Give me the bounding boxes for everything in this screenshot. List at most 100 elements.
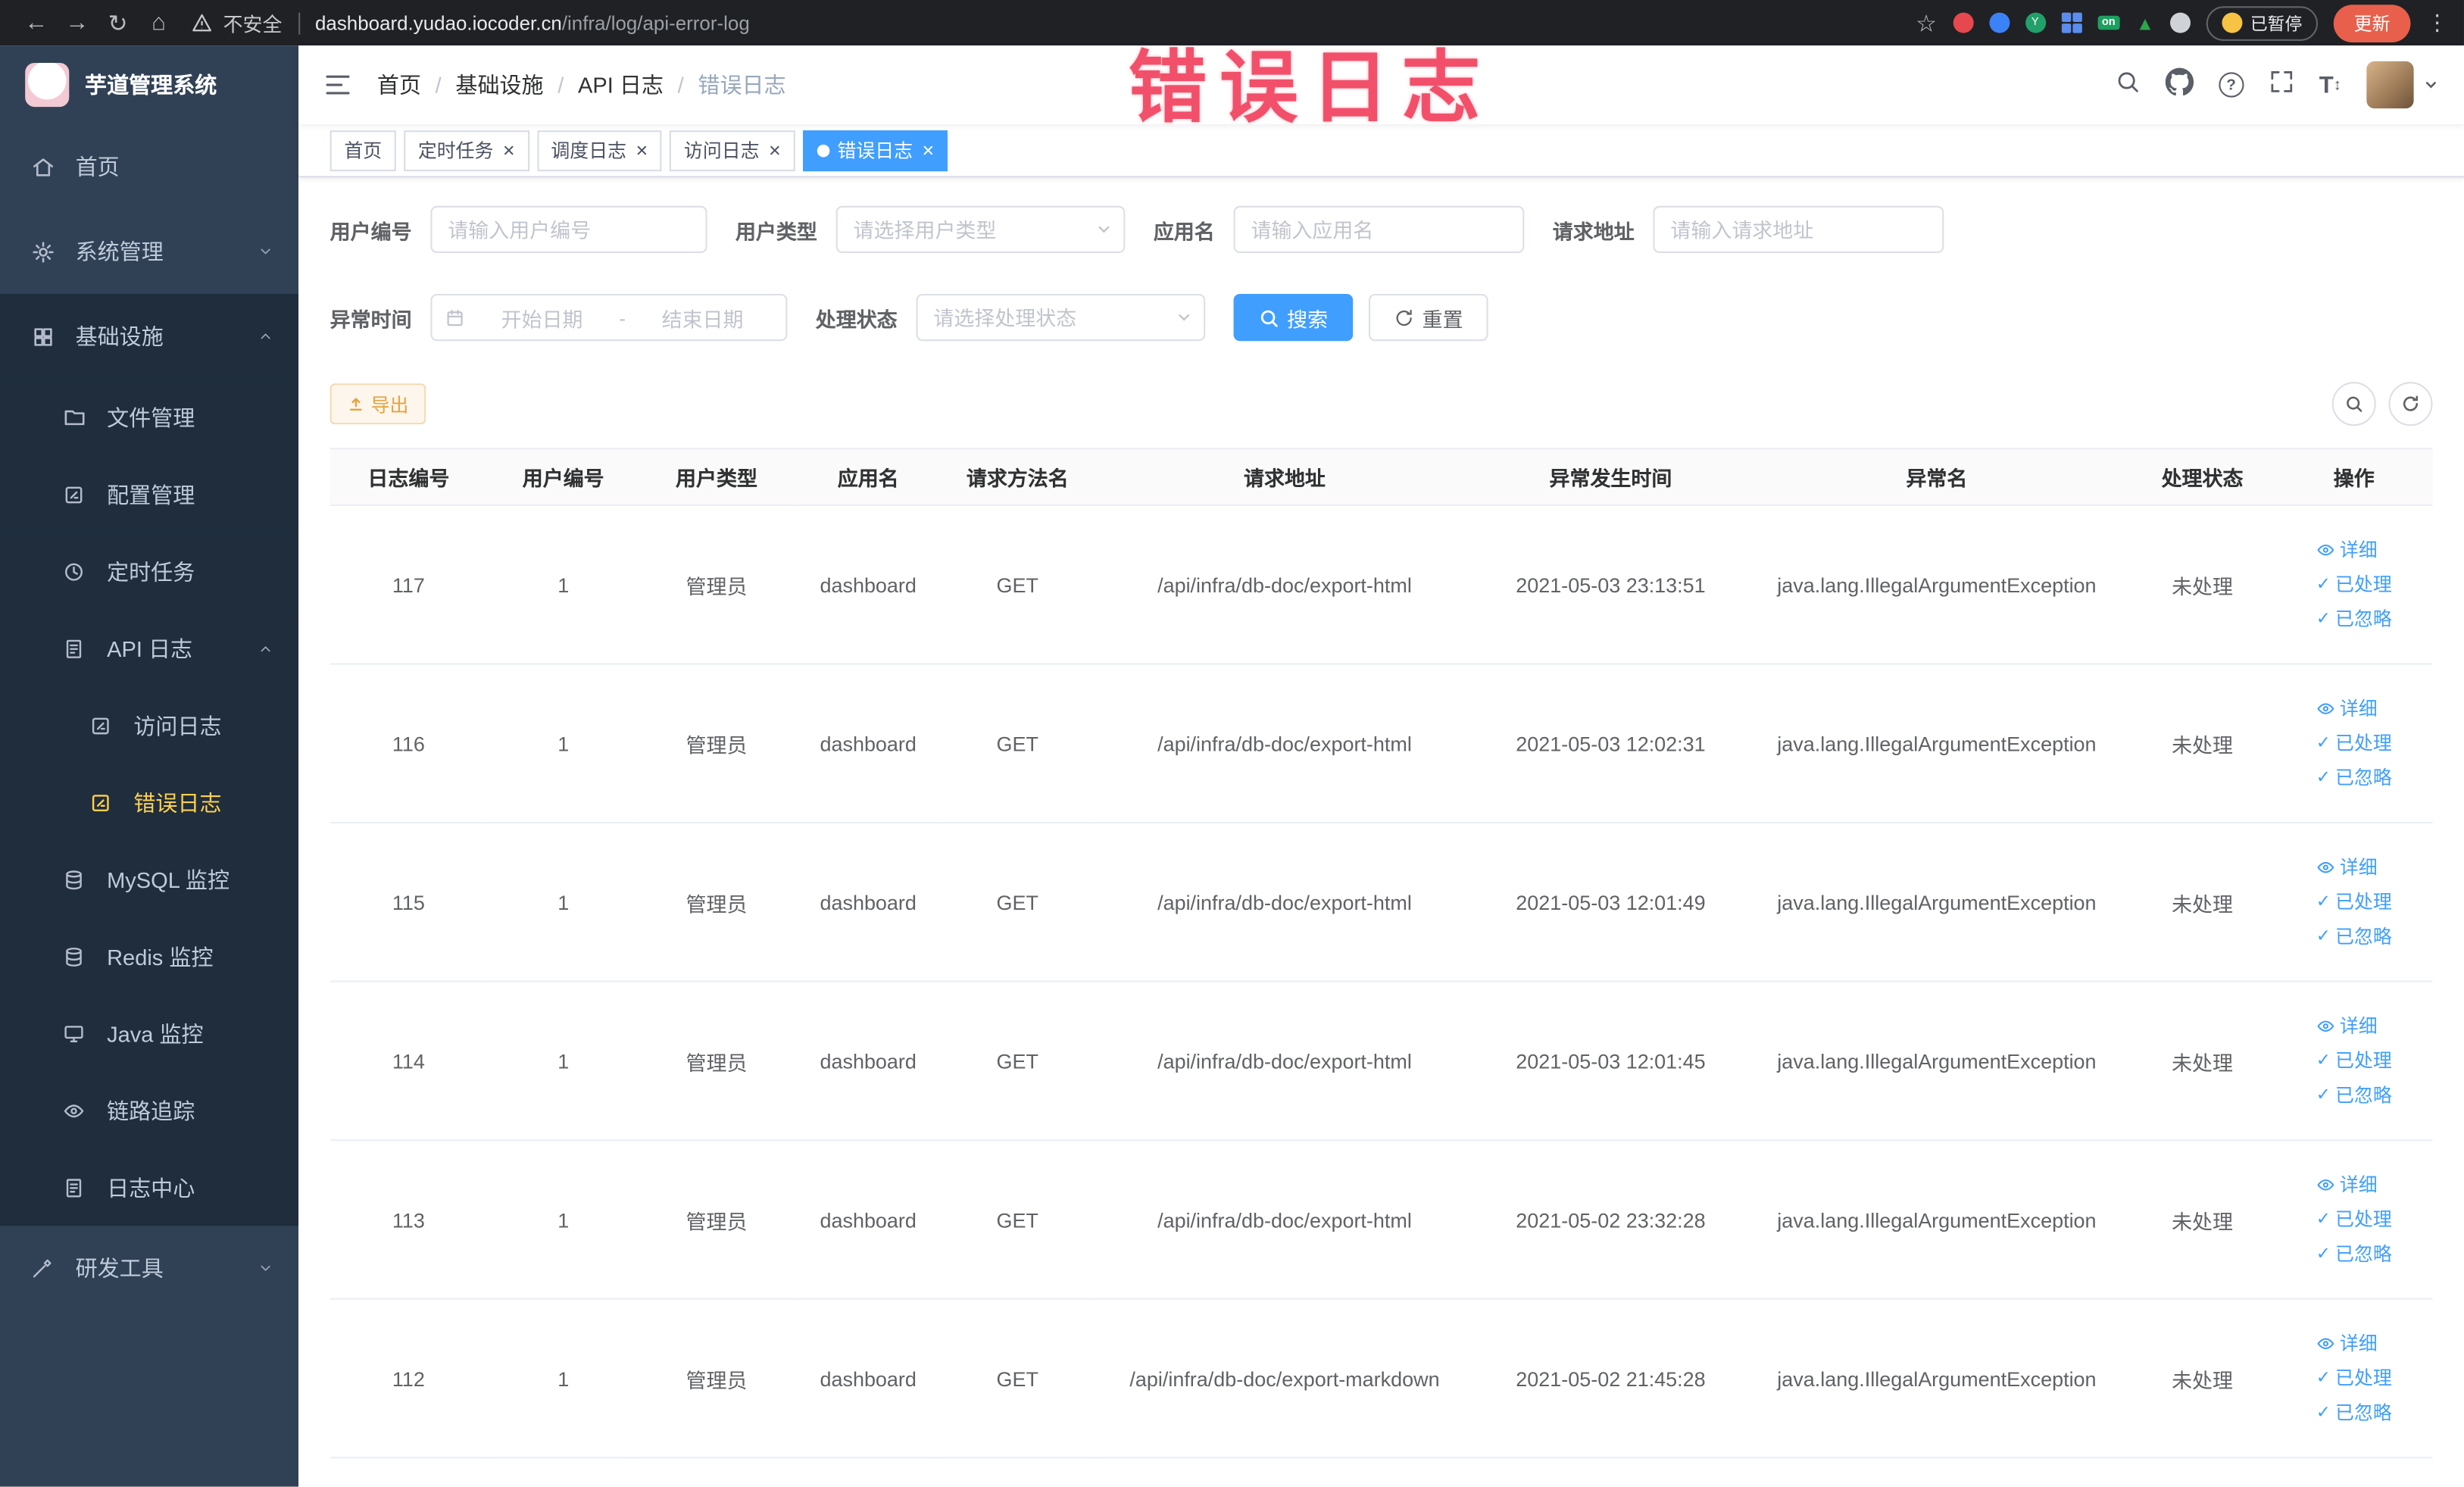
processed-link[interactable]: ✓ 已处理 [2316,1044,2392,1079]
check-icon: ✓ [2316,1245,2331,1264]
ignored-link[interactable]: ✓ 已忽略 [2316,602,2392,637]
filter-row-2: 异常时间 开始日期 - 结束日期 处理状态 请选择处理状态 搜索 重置 [330,293,2433,342]
extension-icon[interactable]: Y [2025,12,2046,33]
detail-link[interactable]: 详细 [2316,1167,2378,1202]
breadcrumb-item[interactable]: 基础设施 [455,69,543,100]
extension-icon[interactable]: ▲ [2136,12,2155,34]
sidebar-item-access-log[interactable]: 访问日志 [0,686,299,764]
app-logo[interactable]: 芋道管理系统 [0,45,298,124]
github-icon[interactable] [2165,67,2194,103]
sidebar-item-error-log[interactable]: 错误日志 [0,764,299,841]
extension-icon[interactable] [1988,12,2010,33]
user-type-select[interactable] [835,205,1126,254]
check-icon: ✓ [2316,1368,2331,1388]
cell-method: GET [942,1140,1092,1300]
ignored-link[interactable]: ✓ 已忽略 [2316,1078,2392,1113]
browser-reload-icon[interactable]: ↻ [98,8,139,36]
paused-badge[interactable]: 已暂停 [2206,5,2319,40]
sidebar-item-trace[interactable]: 链路追踪 [0,1071,299,1149]
ignored-link[interactable]: ✓ 已忽略 [2316,920,2392,954]
cell-id: 114 [329,981,488,1142]
url-text: dashboard.yudao.iocoder.cn/infra/log/api… [314,11,750,34]
sidebar-item-config-mgmt[interactable]: 配置管理 [0,455,299,533]
fullscreen-icon[interactable] [2269,68,2294,102]
tab-首页[interactable]: 首页 [329,130,396,171]
tab-错误日志[interactable]: 错误日志 × [802,130,948,171]
hamburger-icon[interactable] [323,70,351,98]
extension-icon[interactable] [1952,12,1973,33]
sidebar-item-dev-tools[interactable]: 研发工具 [0,1226,298,1310]
breadcrumb-item[interactable]: API 日志 [578,69,664,100]
ignored-link[interactable]: ✓ 已忽略 [2316,1237,2392,1272]
sidebar-item-log-center[interactable]: 日志中心 [0,1148,299,1226]
ignored-link[interactable]: ✓ 已忽略 [2316,761,2392,795]
search-button[interactable]: 搜索 [1233,293,1354,342]
tab-label: 调度日志 [551,139,627,162]
sidebar-item-api-log[interactable]: API 日志 [0,609,299,687]
sidebar-item-system-mgmt[interactable]: 系统管理 [0,209,298,294]
sidebar-item-mysql-monitor[interactable]: MySQL 监控 [0,840,299,918]
detail-link[interactable]: 详细 [2316,850,2378,885]
request-url-label: 请求地址 [1552,219,1635,243]
address-bar[interactable]: 不安全 dashboard.yudao.iocoder.cn/infra/log… [192,8,750,37]
close-icon[interactable]: × [769,140,781,161]
sidebar-item-redis-monitor[interactable]: Redis 监控 [0,917,299,995]
browser-forward-icon[interactable]: → [57,9,98,36]
close-icon[interactable]: × [503,140,515,161]
detail-link[interactable]: 详细 [2316,533,2378,567]
doc-icon [63,637,88,659]
browser-home-icon[interactable]: ⌂ [139,9,180,36]
sidebar-item-file-mgmt[interactable]: 文件管理 [0,378,299,456]
detail-link[interactable]: 详细 [2316,692,2378,726]
export-button[interactable]: 导出 [329,383,426,425]
processed-link[interactable]: ✓ 已处理 [2316,567,2392,602]
font-size-icon[interactable]: T ↕ [2319,71,2341,98]
breadcrumb-item[interactable]: 首页 [377,69,421,100]
search-icon [2347,396,2363,412]
check-icon: ✓ [2316,609,2331,629]
reset-button[interactable]: 重置 [1369,293,1488,342]
breadcrumb-item: 错误日志 [698,72,786,98]
ignored-link[interactable]: ✓ 已忽略 [2316,1395,2392,1430]
sidebar-item-label: 错误日志 [133,789,222,815]
tab-调度日志[interactable]: 调度日志 × [536,130,662,171]
processed-link[interactable]: ✓ 已处理 [2316,1361,2392,1396]
sidebar-item-label: 系统管理 [75,239,164,264]
close-icon[interactable]: × [636,140,648,161]
extension-icon[interactable] [2060,12,2081,33]
extension-icon[interactable] [2170,12,2191,33]
update-button[interactable]: 更新 [2333,4,2411,42]
sidebar-item-java-monitor[interactable]: Java 监控 [0,995,299,1072]
sidebar-item-infrastructure[interactable]: 基础设施 [0,293,299,379]
toggle-search-button[interactable] [2331,382,2376,426]
check-icon: ✓ [2316,1210,2331,1229]
processed-link[interactable]: ✓ 已处理 [2316,1202,2392,1237]
check-icon: ✓ [2316,927,2331,946]
sidebar-item-home[interactable]: 首页 [0,124,298,209]
sidebar-item-label: Redis 监控 [107,943,214,969]
processed-link[interactable]: ✓ 已处理 [2316,726,2392,761]
cell-user_id: 1 [487,823,640,982]
help-icon[interactable]: ? [2218,72,2244,98]
cell-app_name: dashboard [793,664,943,824]
search-icon[interactable] [2115,68,2140,102]
extension-on-badge[interactable]: on [2097,15,2120,30]
browser-back-icon[interactable]: ← [16,9,57,36]
processed-link[interactable]: ✓ 已处理 [2316,885,2392,920]
request-url-input[interactable] [1653,205,1944,254]
cell-method: GET [942,505,1092,665]
user-id-input[interactable] [430,205,707,254]
detail-link[interactable]: 详细 [2316,1326,2378,1361]
app-name-input[interactable] [1233,205,1525,254]
close-icon[interactable]: × [922,140,934,161]
bookmark-star-icon[interactable]: ☆ [1916,8,1937,36]
tab-定时任务[interactable]: 定时任务 × [404,130,529,171]
tab-访问日志[interactable]: 访问日志 × [670,130,795,171]
sidebar-item-scheduled-task[interactable]: 定时任务 [0,533,299,610]
date-range-picker[interactable]: 开始日期 - 结束日期 [430,293,788,342]
detail-link[interactable]: 详细 [2316,1009,2378,1044]
user-menu[interactable] [2366,61,2438,109]
browser-menu-icon[interactable]: ⋮ [2426,9,2448,36]
process-status-select[interactable] [916,293,1206,342]
refresh-table-button[interactable] [2388,382,2433,426]
